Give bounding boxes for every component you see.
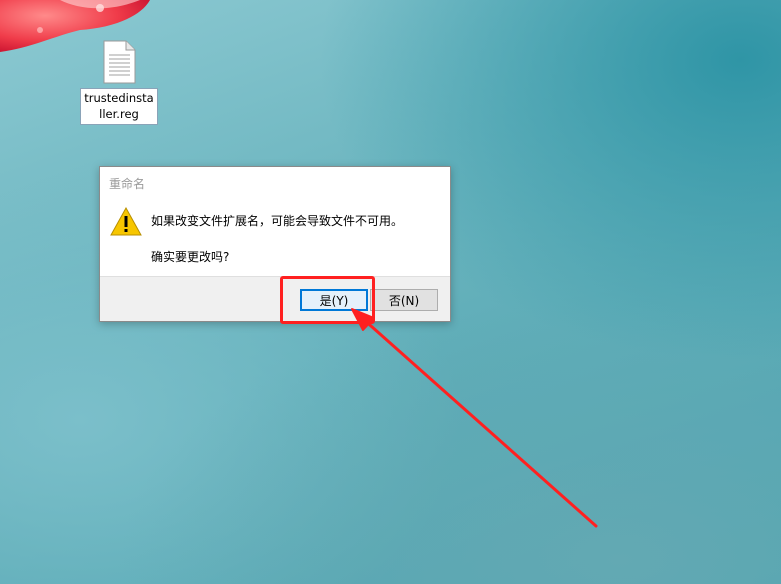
dialog-message-line1: 如果改变文件扩展名，可能会导致文件不可用。	[151, 214, 404, 228]
warning-icon	[110, 207, 142, 236]
dialog-title: 重命名	[109, 177, 146, 191]
desktop-file-label: trustedinstaller.reg	[80, 88, 158, 125]
rename-dialog: 重命名 如果改变文件扩展名，可能会导致文件不可用。 确实要更改吗? 是(Y) 否…	[99, 166, 451, 322]
yes-button[interactable]: 是(Y)	[300, 289, 368, 311]
desktop-file-icon[interactable]: trustedinstaller.reg	[78, 40, 160, 125]
dialog-message-line2: 确实要更改吗?	[151, 250, 230, 264]
file-icon	[103, 40, 136, 84]
desktop: { "desktop": { "icon": { "name": "truste…	[0, 0, 781, 584]
no-button[interactable]: 否(N)	[370, 289, 438, 311]
